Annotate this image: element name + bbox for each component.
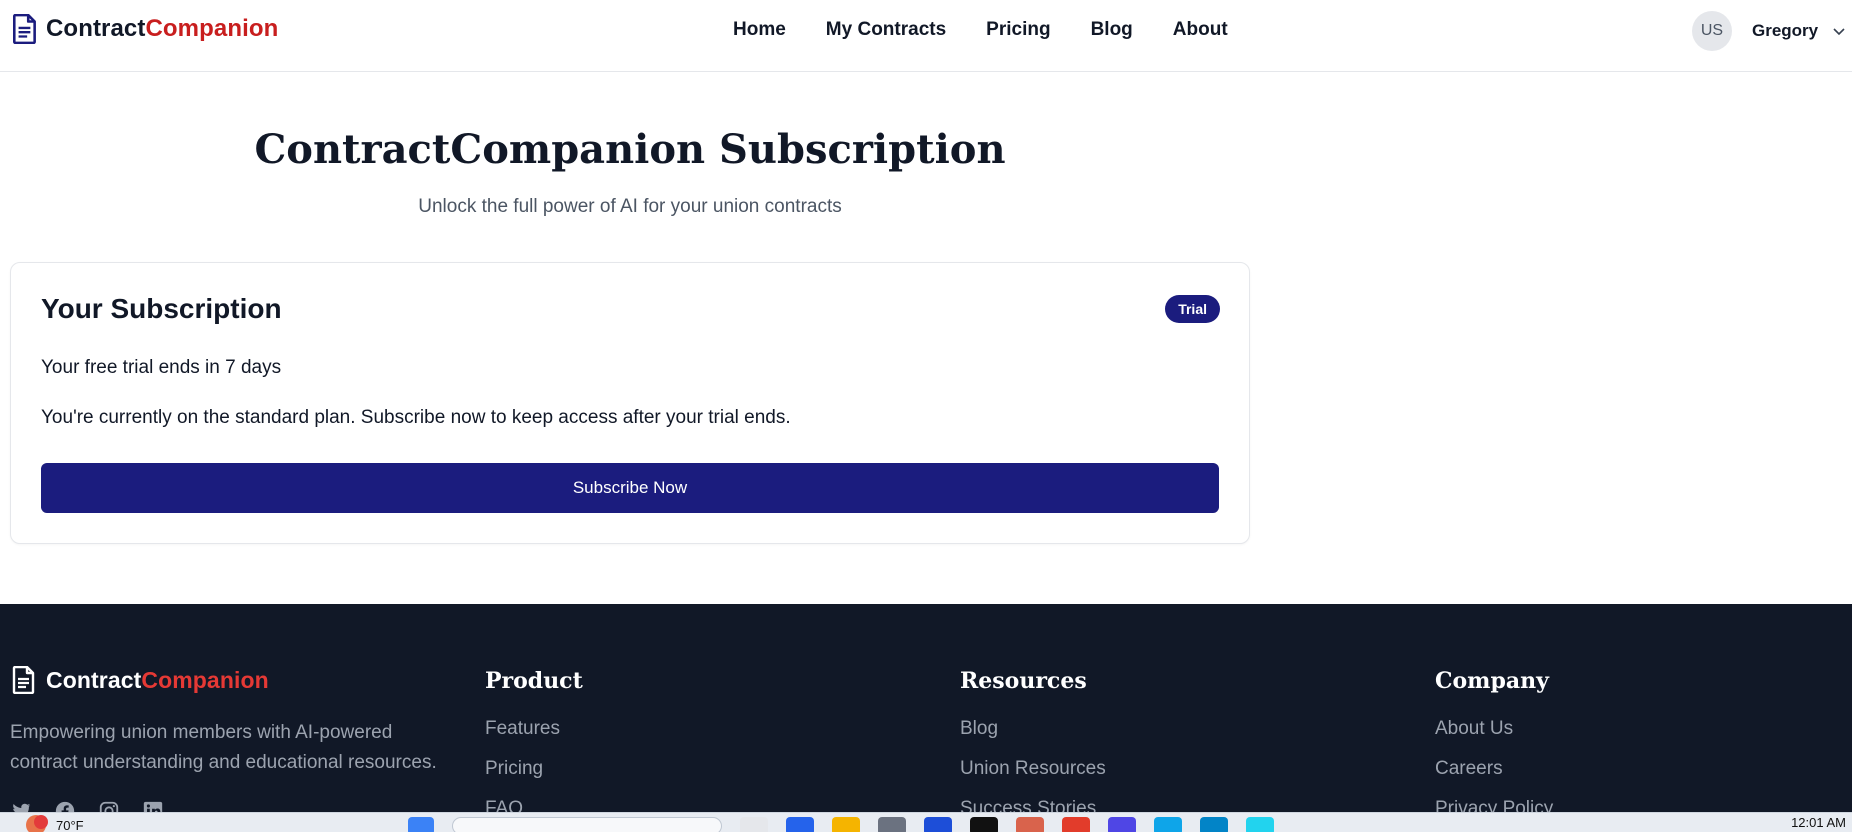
footer-link-privacy-policy[interactable]: Privacy Policy	[1435, 796, 1553, 812]
footer-resources-heading: Resources	[960, 668, 1087, 694]
nav-blog[interactable]: Blog	[1091, 19, 1133, 41]
nav-pricing[interactable]: Pricing	[986, 19, 1050, 41]
weather-widget[interactable]: 70°F	[26, 815, 84, 832]
brand-name-part1: Contract	[46, 15, 146, 42]
user-name[interactable]: Gregory	[1752, 21, 1818, 41]
avatar[interactable]: US	[1692, 11, 1732, 51]
chevron-down-icon[interactable]	[1832, 24, 1846, 38]
user-menu[interactable]: US Gregory	[1692, 11, 1846, 51]
weather-icon	[26, 815, 48, 832]
taskbar-apps	[408, 817, 1274, 832]
app-icon[interactable]	[1246, 817, 1274, 832]
footer-link-careers[interactable]: Careers	[1435, 756, 1553, 796]
document-icon	[12, 666, 35, 694]
nav-my-contracts[interactable]: My Contracts	[826, 19, 946, 41]
start-icon[interactable]	[408, 817, 434, 832]
footer-product-heading: Product	[485, 668, 583, 694]
status-badge: Trial	[1165, 295, 1220, 323]
app-icon[interactable]	[786, 817, 814, 832]
task-view-icon[interactable]	[740, 817, 768, 832]
footer-brand-name: ContractCompanion	[46, 667, 269, 694]
facebook-icon[interactable]	[54, 800, 76, 812]
linkedin-icon[interactable]	[142, 800, 164, 812]
os-taskbar: 70°F 12:01 AM	[0, 812, 1852, 832]
plan-info-text: You're currently on the standard plan. S…	[41, 407, 791, 428]
social-links	[10, 800, 164, 812]
trial-status-text: Your free trial ends in 7 days	[41, 357, 282, 378]
brand-logo[interactable]: ContractCompanion	[12, 14, 278, 44]
footer: ContractCompanion Empowering union membe…	[0, 604, 1852, 812]
app-icon[interactable]	[924, 817, 952, 832]
footer-link-about-us[interactable]: About Us	[1435, 716, 1553, 756]
subscription-card-title: Your Subscription	[41, 293, 282, 324]
nav-home[interactable]: Home	[733, 19, 786, 41]
file-explorer-icon[interactable]	[832, 817, 860, 832]
subscription-card: Your Subscription Trial Your free trial …	[10, 262, 1250, 544]
footer-brand-part2: Companion	[141, 666, 269, 693]
footer-link-faq[interactable]: FAQ	[485, 796, 583, 812]
footer-resources-column: Resources Blog Union Resources Success S…	[960, 668, 1106, 812]
main-nav: Home My Contracts Pricing Blog About	[733, 19, 1228, 41]
top-navbar: ContractCompanion Home My Contracts Pric…	[0, 0, 1852, 72]
twitter-icon[interactable]	[10, 800, 32, 812]
brand-name-part2: Companion	[145, 15, 279, 42]
footer-brand-logo[interactable]: ContractCompanion	[12, 666, 269, 694]
footer-link-blog[interactable]: Blog	[960, 716, 1106, 756]
footer-link-success-stories[interactable]: Success Stories	[960, 796, 1106, 812]
footer-company-heading: Company	[1435, 668, 1549, 694]
footer-brand-part1: Contract	[46, 666, 142, 693]
nav-about[interactable]: About	[1173, 19, 1228, 41]
document-icon	[13, 14, 36, 44]
app-icon[interactable]	[1108, 817, 1136, 832]
app-icon[interactable]	[878, 817, 906, 832]
brand-name: ContractCompanion	[46, 15, 278, 43]
app-icon[interactable]	[970, 817, 998, 832]
footer-description: Empowering union members with AI-powered…	[10, 722, 437, 773]
footer-link-features[interactable]: Features	[485, 716, 583, 756]
app-icon[interactable]	[1200, 817, 1228, 832]
footer-company-column: Company About Us Careers Privacy Policy	[1435, 668, 1553, 812]
app-icon[interactable]	[1016, 817, 1044, 832]
page-title: ContractCompanion Subscription	[254, 126, 1006, 173]
browser-icon[interactable]	[1062, 817, 1090, 832]
taskbar-clock[interactable]: 12:01 AM	[1791, 815, 1846, 830]
page-subtitle: Unlock the full power of AI for your uni…	[418, 196, 842, 217]
weather-temp: 70°F	[56, 817, 84, 832]
footer-link-pricing[interactable]: Pricing	[485, 756, 583, 796]
footer-link-union-resources[interactable]: Union Resources	[960, 756, 1106, 796]
app-icon[interactable]	[1154, 817, 1182, 832]
taskbar-search-box[interactable]	[452, 817, 722, 832]
instagram-icon[interactable]	[98, 800, 120, 812]
subscribe-button[interactable]: Subscribe Now	[41, 463, 1219, 513]
footer-product-column: Product Features Pricing FAQ	[485, 668, 583, 812]
